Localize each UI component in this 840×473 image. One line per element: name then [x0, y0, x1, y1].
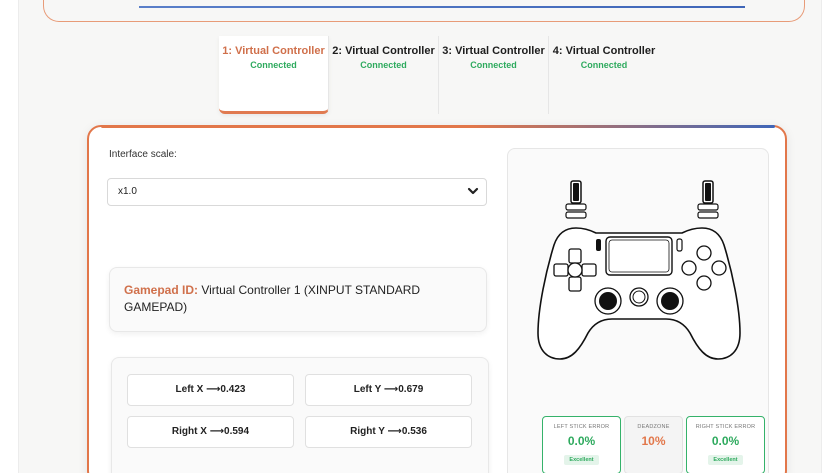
panel-accent-line — [101, 125, 775, 128]
left-stick-indicator — [565, 180, 587, 219]
interface-scale-select[interactable]: x1.0 — [107, 178, 487, 206]
tab-status: Connected — [250, 60, 297, 70]
left-stick-error-stat: LEFT STICK ERROR 0.0% Excellent — [542, 416, 621, 473]
stat-caption: DEADZONE — [637, 424, 670, 430]
tab-title: 4: Virtual Controller — [552, 45, 656, 57]
tab-status: Connected — [580, 60, 628, 70]
page-background: 1: Virtual Controller Connected 2: Virtu… — [18, 0, 822, 473]
gamepad-id-card: Gamepad ID: Virtual Controller 1 (XINPUT… — [109, 267, 487, 332]
tab-controller-2[interactable]: 2: Virtual Controller Connected — [329, 36, 439, 114]
stat-value: 10% — [641, 434, 666, 448]
stat-badge: Excellent — [708, 455, 743, 465]
tab-controller-1[interactable]: 1: Virtual Controller Connected — [219, 36, 329, 114]
stat-value: 0.0% — [567, 434, 596, 448]
tab-title: 2: Virtual Controller — [332, 45, 435, 57]
controller-visual-card: LEFT STICK ERROR 0.0% Excellent DEADZONE… — [507, 148, 769, 473]
controller-tabs: 1: Virtual Controller Connected 2: Virtu… — [219, 36, 659, 114]
axis-right-x: Right X ⟶0.594 — [127, 416, 294, 448]
stat-caption: LEFT STICK ERROR — [553, 424, 610, 430]
stat-badge: Excellent — [564, 455, 599, 465]
stat-value: 0.0% — [711, 434, 740, 448]
controller-panel: Interface scale: x1.0 Gamepad ID: Virtua… — [87, 125, 787, 473]
interface-scale-label: Interface scale: — [109, 149, 177, 160]
interface-scale-value: x1.0 — [118, 186, 137, 197]
tab-title: 1: Virtual Controller — [222, 45, 325, 57]
gamepad-id-label: Gamepad ID: — [124, 283, 199, 297]
previous-section-accent-line — [139, 6, 745, 8]
gamepad-icon — [537, 180, 741, 360]
right-stick-error-stat: RIGHT STICK ERROR 0.0% Excellent — [686, 416, 765, 473]
axes-card: Left X ⟶0.423 Left Y ⟶0.679 Right X ⟶0.5… — [111, 357, 489, 473]
axis-left-y: Left Y ⟶0.679 — [305, 374, 472, 406]
stat-caption: RIGHT STICK ERROR — [695, 424, 756, 430]
tab-status: Connected — [360, 60, 407, 70]
deadzone-stat: DEADZONE 10% — [624, 416, 683, 473]
right-stick-indicator — [697, 180, 719, 219]
previous-section-edge — [43, 0, 805, 22]
tab-title: 3: Virtual Controller — [442, 45, 545, 57]
axis-right-y: Right Y ⟶0.536 — [305, 416, 472, 448]
axis-left-x: Left X ⟶0.423 — [127, 374, 294, 406]
chevron-down-icon — [467, 187, 479, 195]
tab-status: Connected — [470, 60, 517, 70]
tab-controller-4[interactable]: 4: Virtual Controller Connected — [549, 36, 659, 114]
tab-controller-3[interactable]: 3: Virtual Controller Connected — [439, 36, 549, 114]
